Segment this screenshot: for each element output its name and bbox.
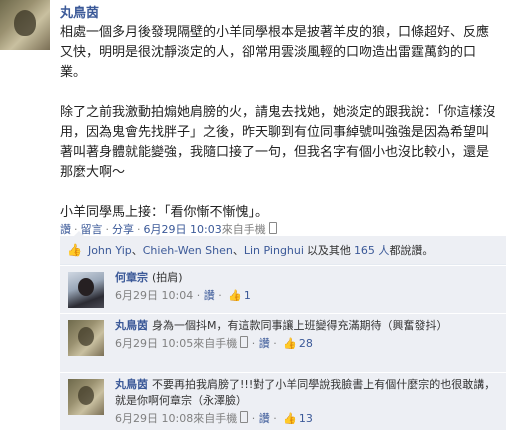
comment-text: 身為一個抖M，有這款同事讓上班變得充滿期待（興奮發抖） xyxy=(152,319,448,332)
comment-text: 不要再拍我肩膀了!!!對了小羊同學說我臉書上有個什麼宗的也很敢講，就是你啊何章宗… xyxy=(115,378,496,407)
separator: · xyxy=(105,223,110,236)
likes-summary: 👍 John Yip 、 Chieh-Wen Shen 、 Lin Pinghu… xyxy=(60,236,506,265)
comment-meta: 6月29日 10:08來自手機 · 讚 · 👍 13 xyxy=(115,411,500,427)
separator: · xyxy=(273,337,277,350)
likes-others-prefix: 以及其他 xyxy=(306,244,351,257)
comment-timestamp[interactable]: 6月29日 10:05 xyxy=(115,337,193,350)
comment-body: 丸鳥茵 身為一個抖M，有這款同事讓上班變得充滿期待（興奮發抖） 6月29日 10:… xyxy=(115,318,500,352)
post-author[interactable]: 丸鳥茵 xyxy=(60,2,99,21)
post-actions: 讚 · 留言 · 分享 · 6月29日 10:03來自手機 xyxy=(60,221,277,237)
comment-like-link[interactable]: 讚 xyxy=(204,289,215,302)
mobile-icon xyxy=(240,411,249,423)
comment-like-count[interactable]: 28 xyxy=(299,337,313,350)
likes-others-count[interactable]: 165 人 xyxy=(354,242,390,258)
separator: · xyxy=(251,412,256,425)
comment-like-count[interactable]: 1 xyxy=(244,289,251,302)
separator: · xyxy=(273,412,277,425)
thumbs-up-icon: 👍 xyxy=(283,412,297,425)
comment-item: 丸鳥茵 不要再拍我肩膀了!!!對了小羊同學說我臉書上有個什麼宗的也很敢講，就是你啊… xyxy=(60,372,506,431)
liker-name[interactable]: Lin Pinghui xyxy=(244,244,304,257)
comment-body: 丸鳥茵 不要再拍我肩膀了!!!對了小羊同學說我臉書上有個什麼宗的也很敢講，就是你啊… xyxy=(115,377,500,427)
comment-meta: 6月29日 10:05來自手機 · 讚 · 👍 28 xyxy=(115,336,500,352)
post-timestamp[interactable]: 6月29日 10:03 xyxy=(144,223,222,236)
thumbs-up-icon: 👍 xyxy=(283,337,297,350)
post-body: 相處一個多月後發現隔壁的小羊同學根本是披著羊皮的狼，口條超好、反應又快，明明是很… xyxy=(60,23,500,223)
post-via: 來自手機 xyxy=(221,223,266,236)
liker-name[interactable]: Chieh-Wen Shen xyxy=(143,244,233,257)
post-paragraph-1: 相處一個多月後發現隔壁的小羊同學根本是披著羊皮的狼，口條超好、反應又快，明明是很… xyxy=(60,25,490,80)
commenter-avatar[interactable] xyxy=(68,320,104,356)
post-paragraph-3: 小羊同學馬上接：「看你慚不慚愧」。 xyxy=(60,205,269,220)
post-share-link[interactable]: 分享 xyxy=(112,223,134,236)
likes-suffix: 都說讚。 xyxy=(389,244,434,257)
comment-like-link[interactable]: 讚 xyxy=(259,337,270,350)
mobile-icon xyxy=(268,222,277,234)
separator: · xyxy=(251,337,256,350)
thumbs-up-icon: 👍 xyxy=(67,243,82,257)
author-avatar[interactable] xyxy=(0,0,50,50)
post-paragraph-2: 除了之前我激動拍煽她肩膀的火，請鬼去找她，她淡定的跟我說：「你這樣沒用，因為鬼會… xyxy=(60,105,496,180)
separator: 、 xyxy=(232,244,244,257)
separator: · xyxy=(218,289,222,302)
separator: · xyxy=(196,289,201,302)
comment-body: 何章宗 (拍肩) 6月29日 10:04 · 讚 · 👍 1 xyxy=(115,270,500,304)
mobile-icon xyxy=(240,336,249,348)
comment-text: (拍肩) xyxy=(152,271,183,284)
separator: 、 xyxy=(131,244,143,257)
comment-item: 何章宗 (拍肩) 6月29日 10:04 · 讚 · 👍 1 xyxy=(60,265,506,313)
comment-via: 來自手機 xyxy=(193,412,238,425)
post-like-link[interactable]: 讚 xyxy=(60,223,71,236)
comment-timestamp[interactable]: 6月29日 10:04 xyxy=(115,289,193,302)
separator: · xyxy=(137,223,141,236)
comment-like-link[interactable]: 讚 xyxy=(259,412,270,425)
comment-item: 丸鳥茵 身為一個抖M，有這款同事讓上班變得充滿期待（興奮發抖） 6月29日 10:… xyxy=(60,313,506,372)
comment-meta: 6月29日 10:04 · 讚 · 👍 1 xyxy=(115,288,500,304)
feedback-panel: 👍 John Yip 、 Chieh-Wen Shen 、 Lin Pinghu… xyxy=(60,231,506,431)
comment-via: 來自手機 xyxy=(193,337,238,350)
commenter-name[interactable]: 丸鳥茵 xyxy=(115,319,148,332)
thumbs-up-icon: 👍 xyxy=(228,289,242,302)
commenter-name[interactable]: 丸鳥茵 xyxy=(115,378,148,391)
liker-name[interactable]: John Yip xyxy=(88,244,132,257)
commenter-avatar[interactable] xyxy=(68,379,104,415)
comment-timestamp[interactable]: 6月29日 10:08 xyxy=(115,412,193,425)
commenter-name[interactable]: 何章宗 xyxy=(115,271,148,284)
commenter-avatar[interactable] xyxy=(68,272,104,308)
comment-like-count[interactable]: 13 xyxy=(299,412,313,425)
